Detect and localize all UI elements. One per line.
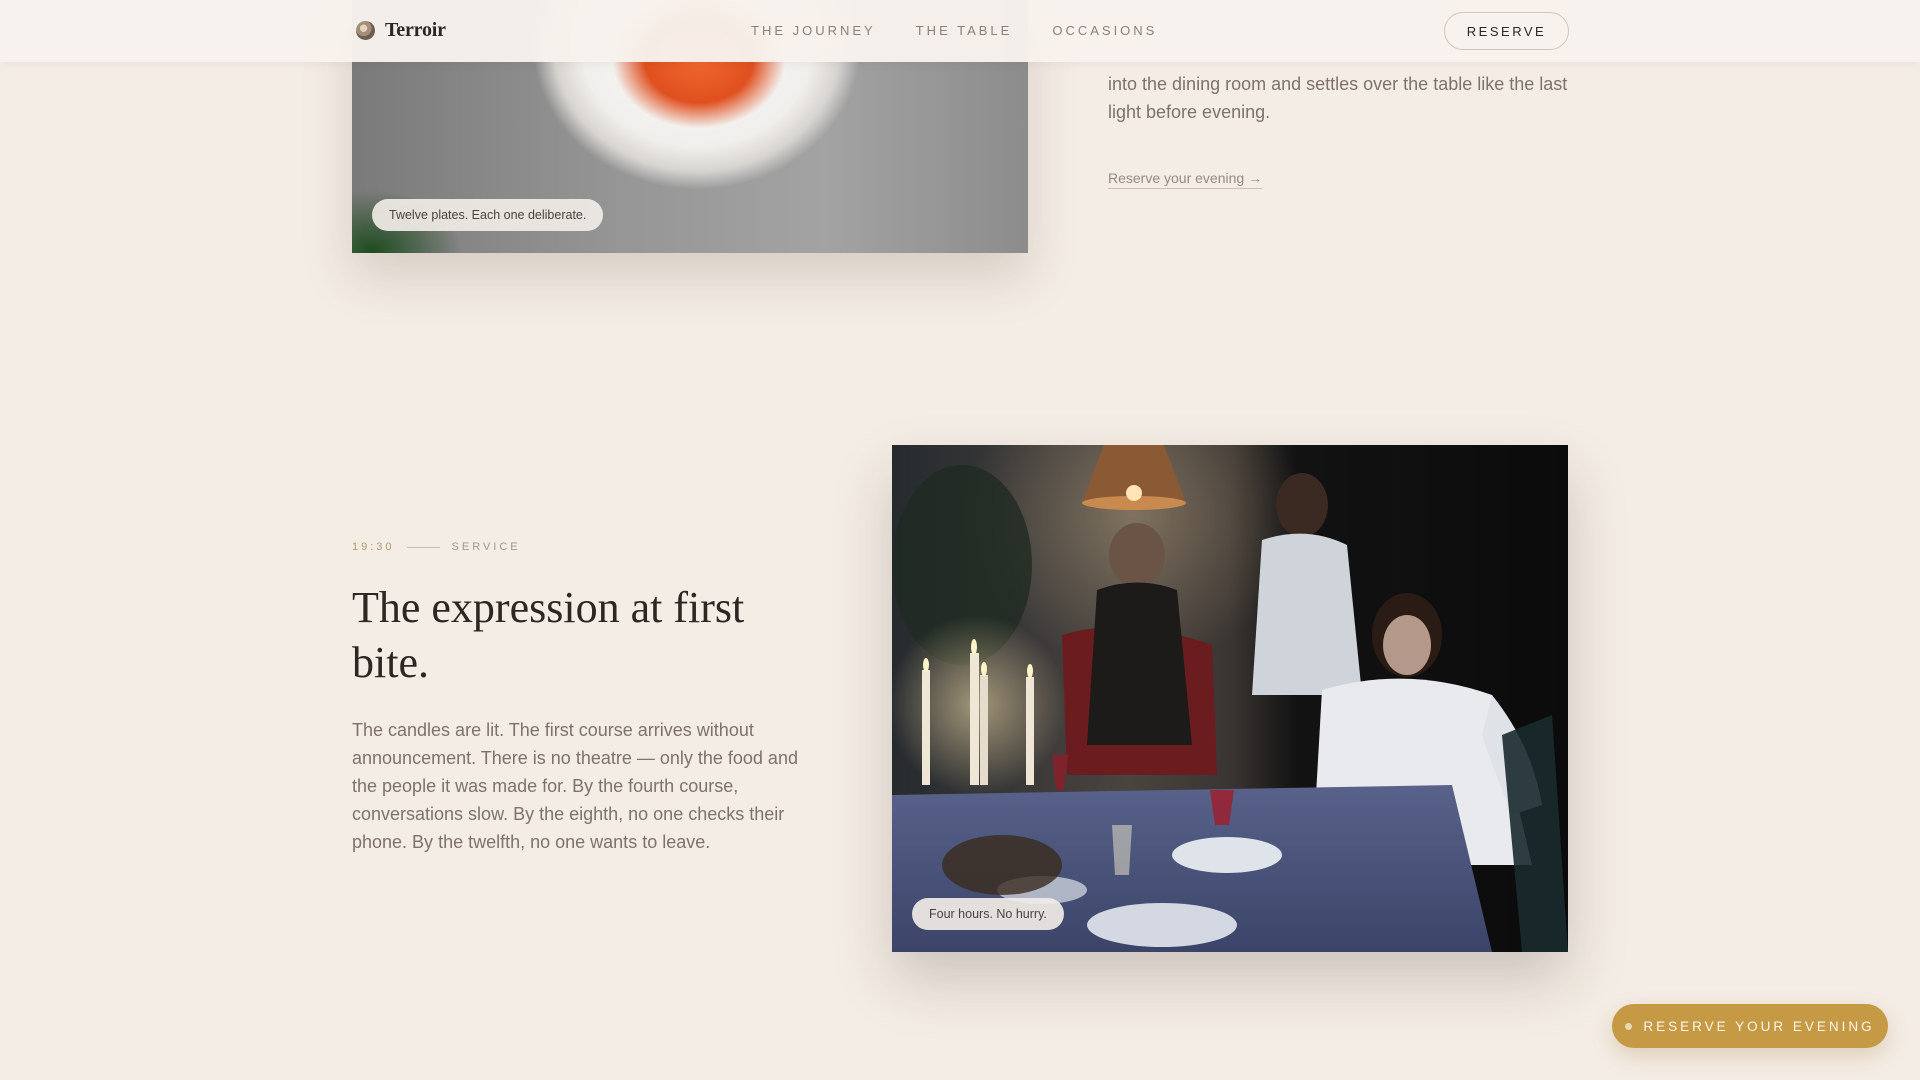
reserve-evening-link[interactable]: Reserve your evening →: [1108, 170, 1263, 189]
section-time: 19:30: [352, 541, 395, 553]
floating-reserve-label: RESERVE YOUR EVENING: [1643, 1018, 1875, 1034]
brand-name: Terroir: [385, 19, 446, 41]
nav-the-journey[interactable]: THE JOURNEY: [751, 23, 876, 38]
nav-the-table[interactable]: THE TABLE: [916, 23, 1013, 38]
section-title: The expression at first bite.: [352, 583, 745, 687]
image-caption: Twelve plates. Each one deliberate.: [372, 199, 604, 231]
brand-link[interactable]: Terroir: [356, 19, 446, 42]
image-caption: Four hours. No hurry.: [912, 898, 1064, 930]
main-nav: THE JOURNEY THE TABLE OCCASIONS: [751, 23, 1157, 38]
reserve-button[interactable]: RESERVE: [1444, 12, 1569, 50]
floating-reserve-button[interactable]: RESERVE YOUR EVENING: [1612, 1004, 1888, 1048]
dot-icon: [1625, 1022, 1633, 1030]
dinner-table-image: Four hours. No hurry.: [892, 445, 1568, 952]
section-meta: 19:30 SERVICE: [352, 541, 521, 553]
section-body: The candles are lit. The first course ar…: [352, 720, 798, 852]
dinner-scene-illustration: [892, 445, 1568, 952]
section-text: into the dining room and settles over th…: [1108, 74, 1568, 122]
nav-occasions[interactable]: OCCASIONS: [1052, 23, 1157, 38]
site-header: Terroir THE JOURNEY THE TABLE OCCASIONS …: [0, 0, 1920, 62]
meta-divider: [406, 546, 440, 548]
section-label: SERVICE: [451, 541, 521, 553]
brand-logo-icon: [356, 21, 375, 40]
